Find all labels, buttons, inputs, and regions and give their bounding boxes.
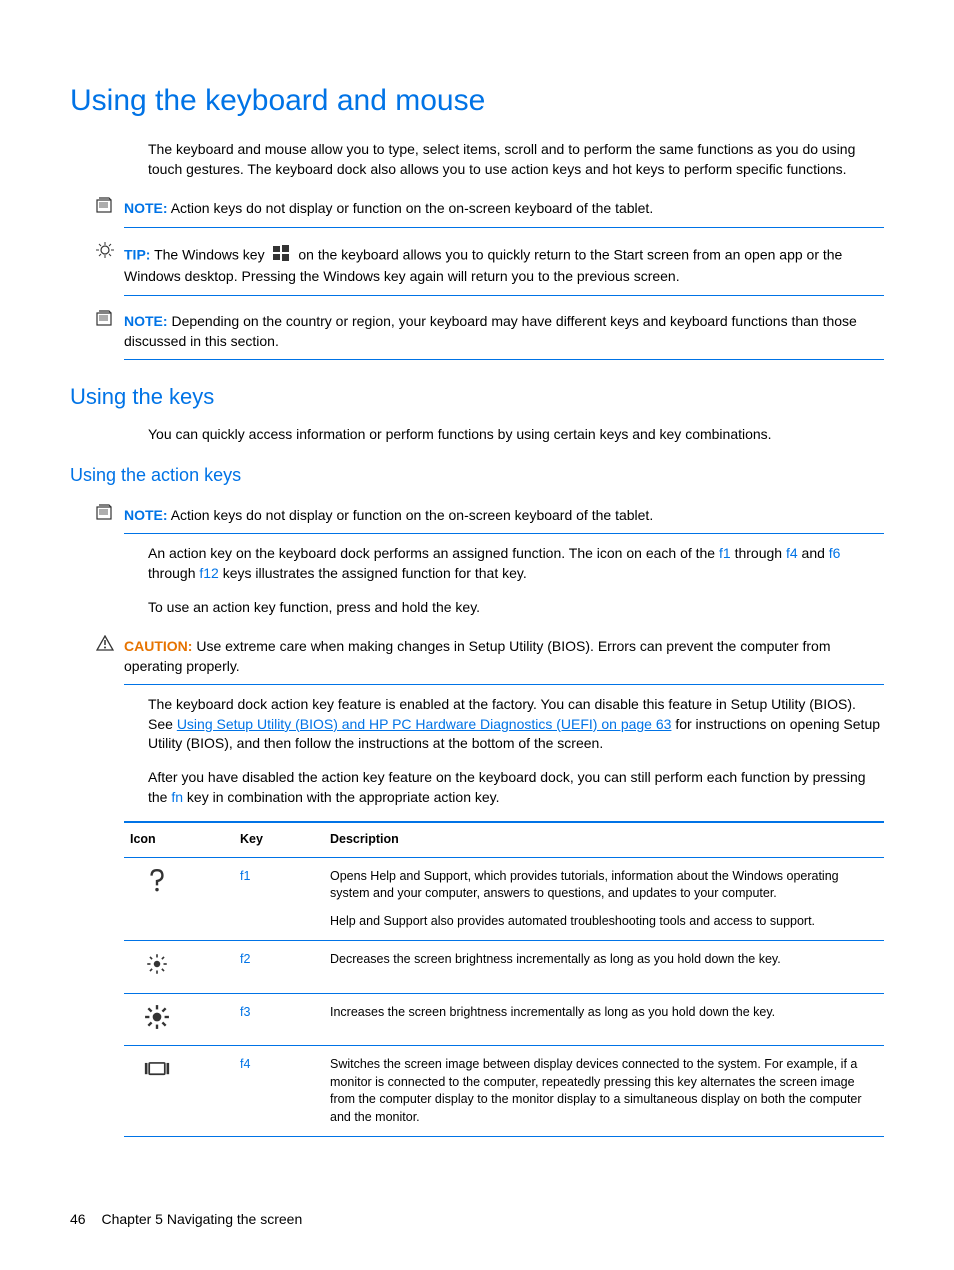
table-row: f3 Increases the screen brightness incre… (124, 993, 884, 1046)
caution-icon (96, 635, 114, 658)
brightness-up-icon (144, 1019, 170, 1033)
action-key-paragraph-3: The keyboard dock action key feature is … (148, 695, 884, 754)
section-heading-keys: Using the keys (70, 382, 884, 413)
table-description: Opens Help and Support, which provides t… (324, 857, 884, 941)
keys-intro: You can quickly access information or pe… (148, 425, 884, 445)
key-f12: f12 (199, 565, 218, 581)
table-row: f2 Decreases the screen brightness incre… (124, 941, 884, 994)
note-icon (96, 504, 114, 527)
setup-utility-link[interactable]: Using Setup Utility (BIOS) and HP PC Har… (177, 716, 672, 732)
table-key: f4 (234, 1046, 324, 1137)
windows-key-icon (272, 244, 290, 268)
action-keys-table: Icon Key Description f1 Opens Help and S… (124, 821, 884, 1137)
tip-text-before: The Windows key (154, 246, 264, 262)
note-text: Depending on the country or region, your… (124, 313, 857, 349)
key-f4: f4 (786, 545, 798, 561)
note-block-2: NOTE: Depending on the country or region… (124, 306, 884, 360)
action-key-paragraph-1: An action key on the keyboard dock perfo… (148, 544, 884, 583)
page-title: Using the keyboard and mouse (70, 80, 884, 122)
table-description: Decreases the screen brightness incremen… (324, 941, 884, 994)
caution-text: Use extreme care when making changes in … (124, 638, 830, 674)
table-row: f1 Opens Help and Support, which provide… (124, 857, 884, 941)
table-description: Switches the screen image between displa… (324, 1046, 884, 1137)
action-key-paragraph-4: After you have disabled the action key f… (148, 768, 884, 807)
tip-label: TIP: (124, 246, 150, 262)
switch-display-icon (144, 1071, 170, 1085)
page-number: 46 (70, 1211, 86, 1227)
table-key: f1 (234, 857, 324, 941)
chapter-label: Chapter 5 Navigating the screen (101, 1211, 302, 1227)
note-label: NOTE: (124, 313, 168, 329)
tip-icon (96, 242, 114, 267)
note-text: Action keys do not display or function o… (171, 507, 654, 523)
intro-paragraph: The keyboard and mouse allow you to type… (148, 140, 884, 179)
help-icon (144, 883, 170, 897)
caution-label: CAUTION: (124, 638, 192, 654)
note-block-3: NOTE: Action keys do not display or func… (124, 500, 884, 535)
page-footer: 46 Chapter 5 Navigating the screen (70, 1210, 302, 1230)
subsection-heading-action-keys: Using the action keys (70, 463, 884, 488)
note-label: NOTE: (124, 507, 168, 523)
tip-block: TIP: The Windows key on the keyboard all… (124, 238, 884, 296)
note-block-1: NOTE: Action keys do not display or func… (124, 193, 884, 228)
table-row: f4 Switches the screen image between dis… (124, 1046, 884, 1137)
note-icon (96, 310, 114, 333)
brightness-down-icon (144, 966, 170, 980)
table-key: f2 (234, 941, 324, 994)
key-f6: f6 (829, 545, 841, 561)
key-f1: f1 (719, 545, 731, 561)
key-fn: fn (171, 789, 183, 805)
action-key-paragraph-2: To use an action key function, press and… (148, 598, 884, 618)
note-text: Action keys do not display or function o… (171, 200, 654, 216)
note-icon (96, 197, 114, 220)
table-header-description: Description (324, 822, 884, 857)
table-header-icon: Icon (124, 822, 234, 857)
caution-block: CAUTION: Use extreme care when making ch… (124, 631, 884, 685)
table-header-key: Key (234, 822, 324, 857)
table-key: f3 (234, 993, 324, 1046)
table-description: Increases the screen brightness incremen… (324, 993, 884, 1046)
note-label: NOTE: (124, 200, 168, 216)
